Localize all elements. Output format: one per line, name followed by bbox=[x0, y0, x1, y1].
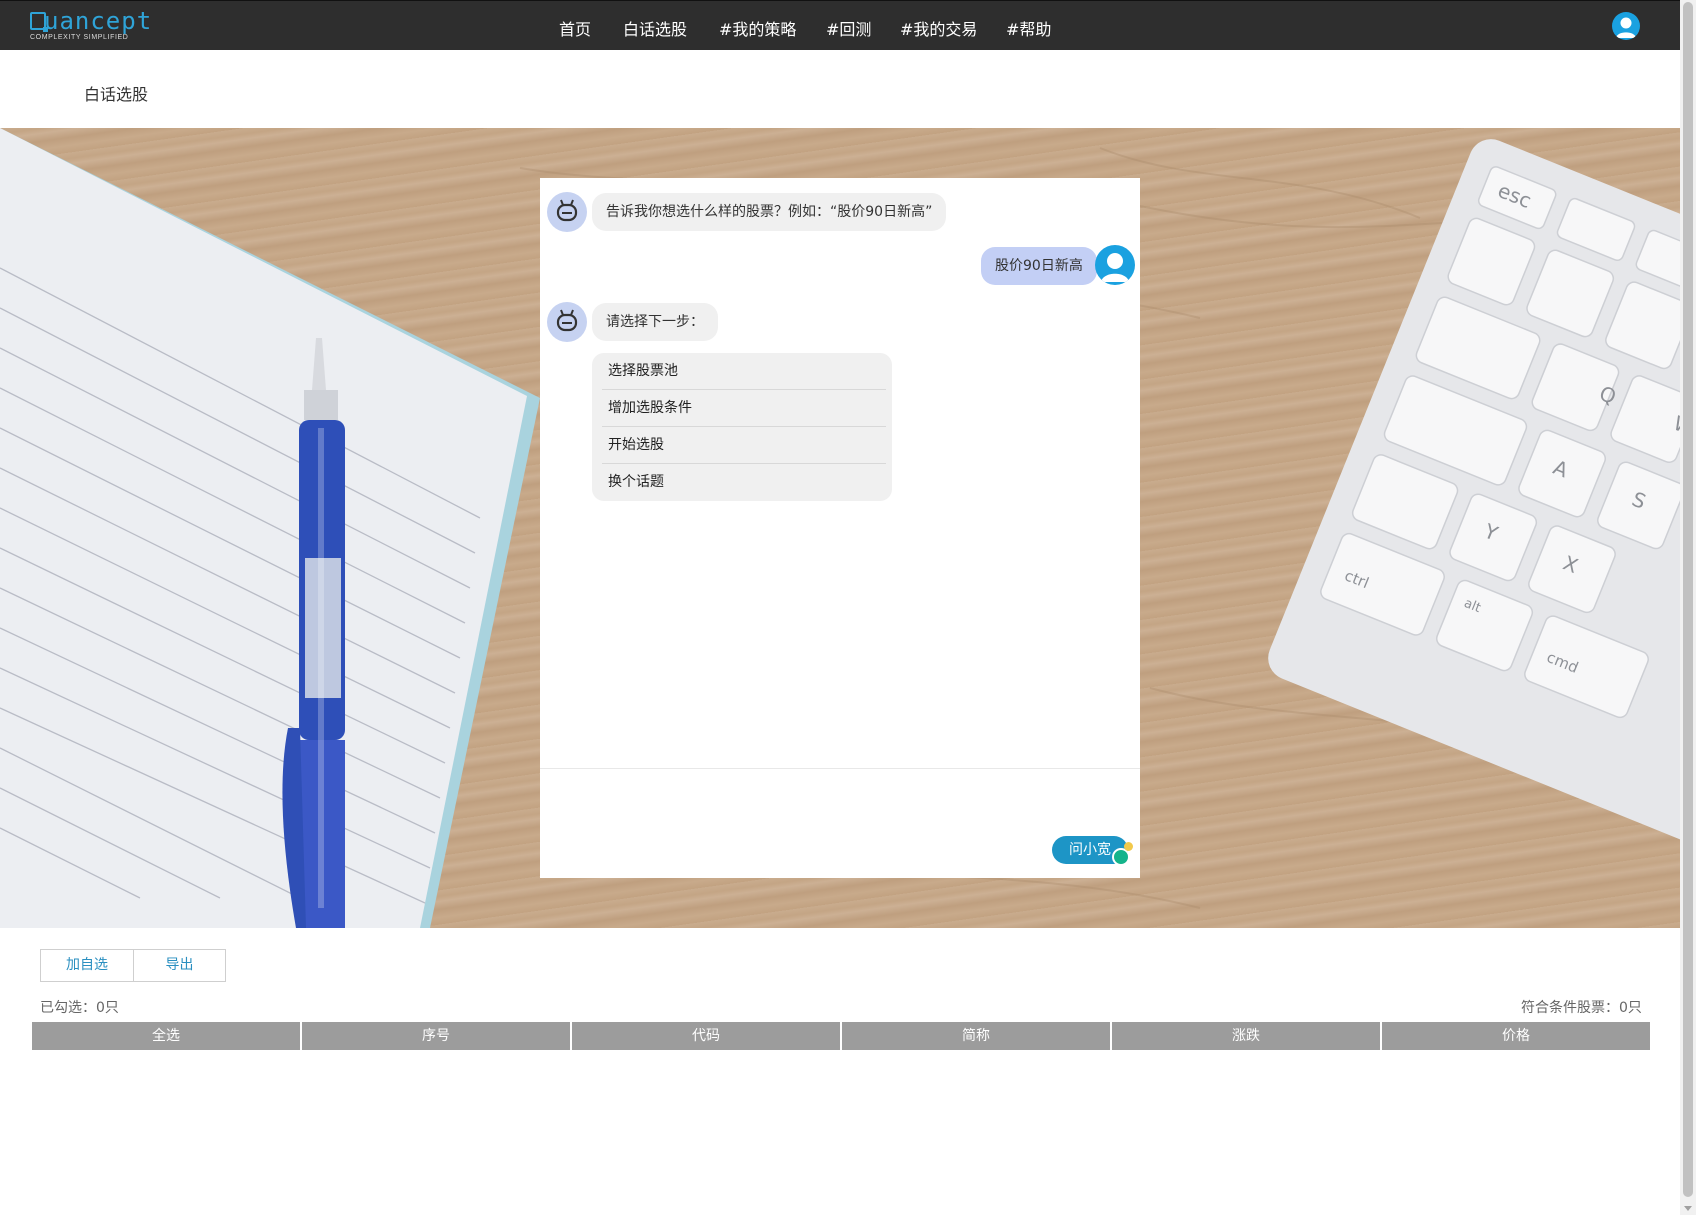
nav-item-home[interactable]: 首页 bbox=[559, 16, 591, 40]
scrollbar-thumb[interactable] bbox=[1683, 2, 1693, 1197]
column-price[interactable]: 价格 bbox=[1382, 1022, 1650, 1050]
bot-avatar bbox=[547, 302, 587, 342]
bot-message-bubble: 请选择下一步： bbox=[592, 303, 718, 341]
selected-count: 已勾选：0只 bbox=[40, 1000, 119, 1016]
column-name[interactable]: 简称 bbox=[842, 1022, 1112, 1050]
page-scrollbar[interactable] bbox=[1680, 0, 1696, 1215]
robot-icon bbox=[556, 309, 578, 332]
page-title: 白话选股 bbox=[84, 85, 149, 104]
user-avatar-icon[interactable] bbox=[1612, 12, 1640, 40]
bot-avatar bbox=[547, 192, 587, 232]
export-button[interactable]: 导出 bbox=[133, 950, 225, 981]
grammarly-alert-dot-icon bbox=[1124, 842, 1133, 851]
column-code[interactable]: 代码 bbox=[572, 1022, 842, 1050]
results-table-header: 全选 序号 代码 简称 涨跌 价格 bbox=[32, 1022, 1650, 1050]
nav-item-help[interactable]: #帮助 bbox=[1006, 16, 1051, 40]
person-silhouette-icon bbox=[1101, 253, 1129, 282]
nav-item-backtest[interactable]: #回测 bbox=[826, 16, 871, 40]
robot-icon bbox=[556, 199, 578, 222]
chat-input-area[interactable] bbox=[540, 769, 1140, 831]
person-silhouette-icon bbox=[1616, 17, 1636, 38]
option-start-picking[interactable]: 开始选股 bbox=[602, 427, 886, 464]
scroll-down-arrow-icon[interactable] bbox=[1684, 1206, 1692, 1211]
nav-menu: 首页 白话选股 #我的策略 #回测 #我的交易 #帮助 bbox=[0, 1, 1680, 51]
nav-item-my-trades[interactable]: #我的交易 bbox=[900, 16, 977, 40]
column-change[interactable]: 涨跌 bbox=[1112, 1022, 1382, 1050]
option-select-stock-pool[interactable]: 选择股票池 bbox=[602, 353, 886, 390]
match-count: 符合条件股票：0只 bbox=[1521, 1000, 1642, 1016]
chat-panel: 告诉我你想选什么样的股票？例如：“股价90日新高” 股价90日新高 请选择下一步… bbox=[540, 178, 1140, 878]
option-change-topic[interactable]: 换个话题 bbox=[602, 464, 886, 501]
top-navbar: uancept COMPLEXITY SIMPLIFIED 首页 白话选股 #我… bbox=[0, 0, 1680, 50]
column-index[interactable]: 序号 bbox=[302, 1022, 572, 1050]
column-select-all[interactable]: 全选 bbox=[32, 1022, 302, 1050]
user-avatar bbox=[1095, 245, 1135, 285]
nav-item-my-strategy[interactable]: #我的策略 bbox=[719, 16, 796, 40]
bot-message-bubble: 告诉我你想选什么样的股票？例如：“股价90日新高” bbox=[592, 193, 947, 231]
nav-item-plain-stock-picking[interactable]: 白话选股 bbox=[623, 16, 687, 40]
option-add-condition[interactable]: 增加选股条件 bbox=[602, 390, 886, 427]
next-step-options: 选择股票池 增加选股条件 开始选股 换个话题 bbox=[592, 353, 892, 501]
add-to-watchlist-button[interactable]: 加自选 bbox=[41, 950, 133, 981]
result-action-buttons: 加自选 导出 bbox=[40, 949, 226, 982]
user-message-bubble: 股价90日新高 bbox=[981, 247, 1097, 285]
